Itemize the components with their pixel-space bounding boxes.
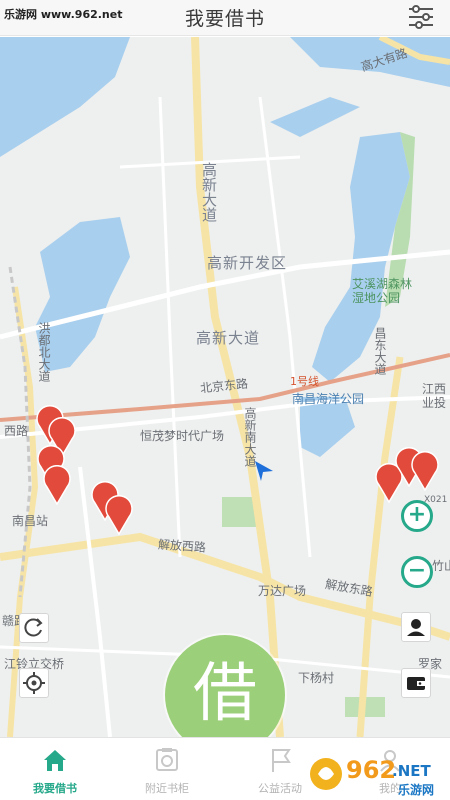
bookcase-pin[interactable] <box>42 464 72 506</box>
svg-text:.NET: .NET <box>392 762 431 780</box>
bookcase-icon <box>153 746 181 774</box>
map-label-changdong-ave: 昌东大道 <box>373 327 387 375</box>
refresh-icon[interactable] <box>19 613 49 643</box>
map-view[interactable]: 高大有路 高新大道 高新开发区 高新大道 艾溪湖森林湿地公园 昌东大道 洪都北大… <box>0 37 450 737</box>
map-label-jiangxi: 江西业投 <box>422 382 447 410</box>
wallet-icon[interactable] <box>401 668 431 698</box>
map-label-jiefang-west: 解放西路 <box>157 537 207 555</box>
map-label-gaoxin-district: 高新开发区 <box>207 254 288 272</box>
bookcase-pin[interactable] <box>410 450 440 492</box>
watermark-logo: 962 .NET 乐游网 <box>306 752 444 798</box>
map-label-xiayang: 下杨村 <box>298 671 335 685</box>
svg-text:乐游网: 乐游网 <box>398 782 434 797</box>
tab-borrow-books[interactable]: 我要借书 <box>5 738 105 800</box>
current-location-icon <box>253 459 275 483</box>
map-label-ocean-park: 南昌海洋公园 <box>292 392 365 406</box>
map-label-zhushan: 竹山 <box>432 559 450 573</box>
home-icon <box>41 746 69 774</box>
bookcase-pin[interactable] <box>104 494 134 536</box>
map-label-west-road: 西路 <box>4 424 29 438</box>
map-label-gaoxin-ave: 高新大道 <box>196 329 261 347</box>
map-label-aixi-park: 艾溪湖森林湿地公园 <box>352 277 413 305</box>
zoom-out-icon[interactable]: − <box>401 556 433 588</box>
map-label-nanchang-station: 南昌站 <box>12 514 49 528</box>
locate-icon[interactable] <box>19 668 49 698</box>
tab-label: 附近书柜 <box>145 782 189 795</box>
page-title: 我要借书 <box>184 8 265 30</box>
menu-icon[interactable] <box>406 3 436 31</box>
tab-nearby-bookcases[interactable]: 附近书柜 <box>117 738 217 800</box>
map-label-hongdu-road: 洪都北大道 <box>37 322 51 382</box>
tab-label: 我要借书 <box>33 782 77 795</box>
map-label-gaoxin-ave-vertical: 高新大道 <box>200 162 218 222</box>
map-label-hengmao: 恒茂梦时代广场 <box>140 429 225 443</box>
map-label-metro-line: 1号线 <box>290 375 319 388</box>
svg-text:962: 962 <box>346 756 396 784</box>
map-label-gaoxin-south: 高新南大道 <box>243 407 257 467</box>
map-label-wanda: 万达广场 <box>258 584 307 598</box>
flag-icon <box>266 746 294 774</box>
profile-icon[interactable] <box>401 612 431 642</box>
zoom-in-icon[interactable]: + <box>401 500 433 532</box>
app-header: 乐游网 www.962.net 我要借书 <box>0 0 450 36</box>
